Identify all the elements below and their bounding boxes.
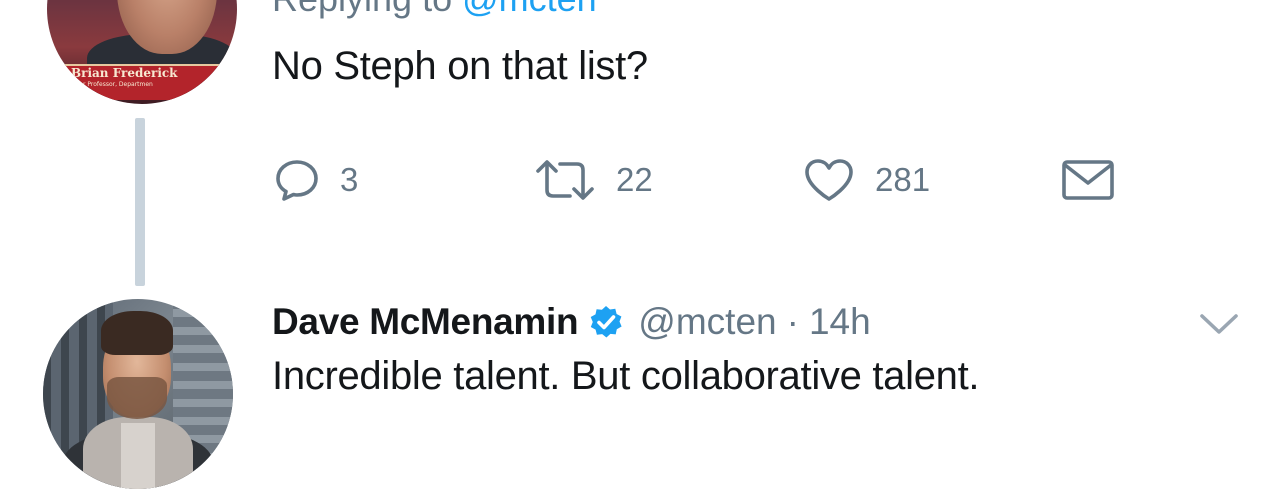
direct-message-button[interactable]	[1060, 150, 1116, 210]
avatar-overlay-subtitle: r Professor, Departmen	[83, 81, 153, 88]
header-separator: ·	[786, 301, 799, 342]
replying-to-handle-link[interactable]: @mcten	[462, 0, 597, 19]
tweet-header: Dave McMenamin @mcten · 14h	[272, 298, 871, 346]
tweet-text: Incredible talent. But collaborative tal…	[272, 354, 980, 398]
like-count: 281	[875, 161, 931, 198]
envelope-icon	[1062, 160, 1114, 200]
tweet-text: No Steph on that list?	[272, 44, 648, 88]
retweet-count: 22	[616, 161, 653, 198]
author-handle[interactable]: @mcten	[638, 301, 776, 343]
author-name[interactable]: Dave McMenamin	[272, 301, 579, 343]
avatar-hair	[101, 311, 173, 355]
retweet-button[interactable]: 22	[534, 150, 653, 210]
tweet-reply[interactable]: Brian Frederick r Professor, Departmen R…	[0, 0, 1284, 286]
tweet[interactable]: Dave McMenamin @mcten · 14h Incredible t…	[0, 280, 1284, 489]
avatar-shirt	[121, 423, 155, 489]
tweet-timestamp[interactable]: 14h	[809, 301, 871, 343]
avatar-brian-frederick[interactable]: Brian Frederick r Professor, Departmen	[47, 0, 237, 104]
reply-button[interactable]: 3	[274, 150, 358, 210]
reply-count: 3	[340, 161, 359, 198]
replying-prefix: Replying to	[272, 0, 462, 19]
verified-badge-icon	[590, 306, 622, 338]
reply-icon	[276, 160, 318, 201]
heart-icon	[805, 159, 853, 201]
like-button[interactable]: 281	[803, 150, 930, 210]
chevron-down-icon[interactable]	[1196, 308, 1242, 338]
avatar-beard	[107, 377, 167, 419]
tweet-actions: 3 22 281	[0, 150, 1284, 210]
avatar-dave-mcmenamin[interactable]	[43, 299, 233, 489]
retweet-icon	[536, 160, 594, 200]
avatar-overlay-name: Brian Frederick	[71, 66, 178, 80]
replying-to-label: Replying to @mcten	[272, 0, 597, 20]
